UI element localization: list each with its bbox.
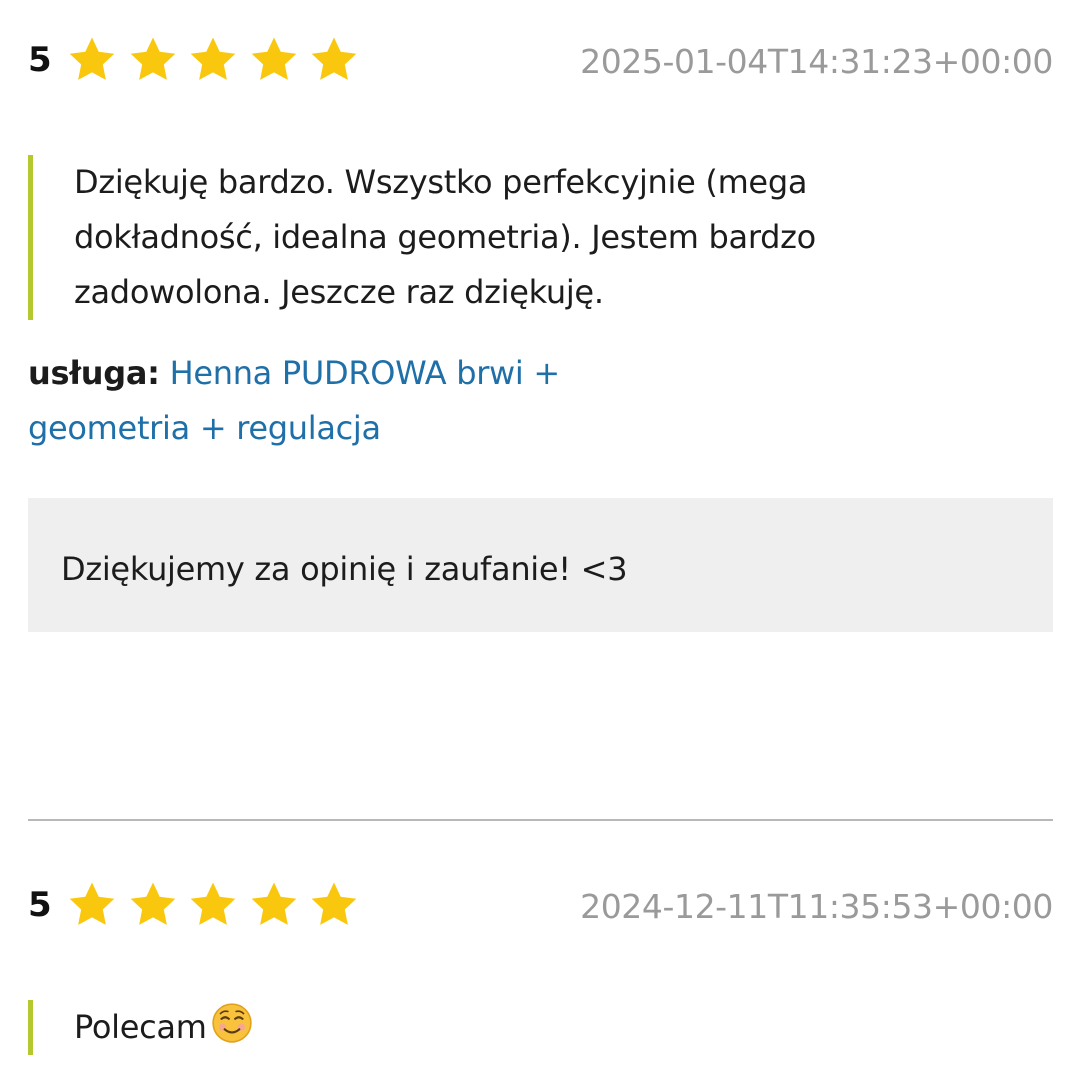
star-icon [123,879,184,931]
review-header: 5 2024-12-11T11:35:53+00:00 [28,875,1053,935]
review-body: Dziękuję bardzo. Wszystko perfekcyjnie (… [28,155,1053,320]
review-text: Polecam [33,1000,954,1061]
reply-text: Dziękujemy za opinię i zaufanie! <3 [61,550,628,588]
review-divider [28,819,1053,821]
star-rating [62,34,365,86]
review-body: Polecam [28,1000,1053,1055]
star-icon [304,34,365,86]
review-text: Dziękuję bardzo. Wszystko perfekcyjnie (… [74,163,816,311]
service-info: usługa: Henna PUDROWA brwi + geometria +… [28,346,608,456]
star-icon [62,34,123,86]
star-icon [304,879,365,931]
service-label: usługa: [28,354,160,392]
star-icon [123,34,184,86]
star-icon [183,34,244,86]
review-timestamp: 2025-01-04T14:31:23+00:00 [580,42,1053,81]
star-rating [62,879,365,931]
star-icon [244,34,305,86]
star-icon [244,879,305,931]
rating-value: 5 [28,885,52,925]
review-header: 5 2025-01-04T14:31:23+00:00 [28,30,1053,90]
star-icon [183,879,244,931]
reviews-page: 5 2025-01-04T14:31:23+00:00 Dziękuję bar… [0,0,1080,1080]
rating-value: 5 [28,40,52,80]
review-timestamp: 2024-12-11T11:35:53+00:00 [580,887,1053,926]
star-icon [62,879,123,931]
smiling-face-icon [211,1002,253,1061]
owner-reply: Dziękujemy za opinię i zaufanie! <3 [28,498,1053,632]
review-text-content: Polecam [74,1008,207,1046]
